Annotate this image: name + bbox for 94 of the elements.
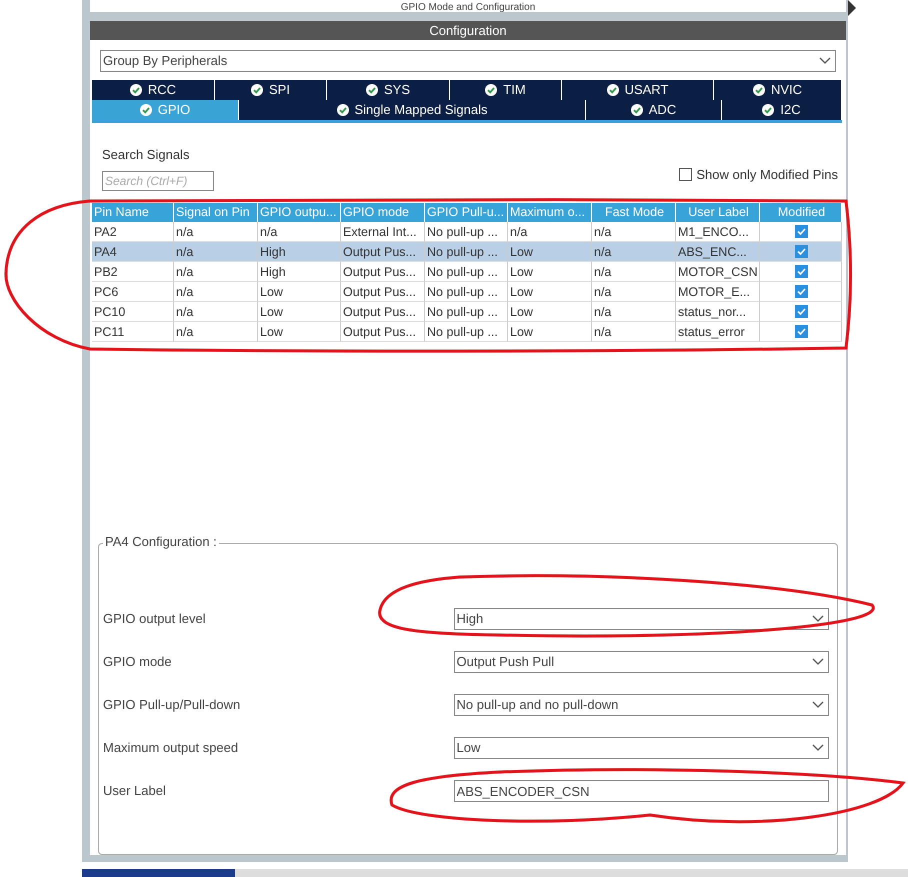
dropdown-caret-icon <box>819 57 831 65</box>
table-cell: Low <box>258 282 341 302</box>
table-cell: n/a <box>592 242 676 262</box>
table-cell: MOTOR_CSN <box>676 262 760 282</box>
search-field[interactable]: Search (Ctrl+F) <box>102 170 214 190</box>
table-cell: n/a <box>592 262 676 282</box>
table-cell: n/a <box>174 282 258 302</box>
modified-checkbox[interactable] <box>795 284 808 298</box>
tab[interactable]: USART <box>562 80 714 100</box>
checkmark-icon <box>796 326 807 336</box>
dropdown-caret-icon <box>812 615 824 623</box>
tab[interactable]: Single Mapped Signals <box>239 100 586 120</box>
table-cell: High <box>258 242 341 262</box>
table-cell: status_error <box>676 322 760 342</box>
table-cell: No pull-up ... <box>425 262 508 282</box>
table-cell: Output Pus... <box>341 302 425 322</box>
check-circle-icon <box>630 104 643 116</box>
table-cell: Output Pus... <box>341 262 425 282</box>
tab[interactable]: SYS <box>327 80 450 100</box>
table-cell: Output Pus... <box>341 242 425 262</box>
checkmark-icon <box>796 286 807 296</box>
tab[interactable]: I2C <box>722 100 842 120</box>
table-cell: PC11 <box>92 322 174 342</box>
expand-arrow-icon[interactable] <box>848 0 856 16</box>
tab[interactable]: TIM <box>450 80 562 100</box>
checkmark-icon <box>796 246 807 256</box>
table-cell: No pull-up ... <box>425 302 508 322</box>
tab[interactable]: SPI <box>215 80 327 100</box>
field-label: GPIO Pull-up/Pull-down <box>103 696 242 714</box>
table-cell: Low <box>508 282 592 302</box>
section-title-bar: Configuration <box>90 21 846 40</box>
table-cell: PC6 <box>92 282 174 302</box>
table-cell: Low <box>508 302 592 322</box>
table-cell: Low <box>508 262 592 282</box>
table-cell: PA4 <box>92 242 174 262</box>
modified-checkbox[interactable] <box>795 264 808 278</box>
table-cell: n/a <box>592 302 676 322</box>
table-cell: n/a <box>174 302 258 322</box>
tab[interactable]: RCC <box>92 80 215 100</box>
modified-checkbox[interactable] <box>795 324 808 338</box>
show-modified-checkbox[interactable]: Show only Modified Pins <box>679 165 838 184</box>
table-cell: n/a <box>592 282 676 302</box>
table-cell: Output Pus... <box>341 322 425 342</box>
input-field[interactable]: ABS_ENCODER_CSN <box>454 780 829 802</box>
table-cell: n/a <box>174 262 258 282</box>
field-label: GPIO mode <box>103 653 173 672</box>
table-cell: No pull-up ... <box>425 242 508 262</box>
check-circle-icon <box>140 104 152 116</box>
field-label: Maximum output speed <box>103 739 240 758</box>
check-circle-icon <box>130 84 142 96</box>
search-label: Search Signals <box>102 146 190 164</box>
check-circle-icon <box>485 84 498 96</box>
tab[interactable]: ADC <box>586 100 722 120</box>
check-circle-icon <box>762 104 774 116</box>
dropdown[interactable]: High <box>454 608 829 630</box>
table-cell: MOTOR_E... <box>676 282 760 302</box>
modified-checkbox[interactable] <box>795 224 808 238</box>
table-cell: n/a <box>174 322 258 342</box>
dropdown-caret-icon <box>812 744 824 752</box>
table-cell: n/a <box>592 322 676 342</box>
table-cell: PB2 <box>92 262 174 282</box>
dropdown-caret-icon <box>812 658 824 666</box>
table-cell: Low <box>508 242 592 262</box>
table-cell: Low <box>258 302 341 322</box>
dropdown-caret-icon <box>812 701 824 709</box>
check-circle-icon <box>366 84 378 96</box>
modified-checkbox[interactable] <box>795 244 808 258</box>
check-circle-icon <box>606 84 619 96</box>
table-cell: n/a <box>174 242 258 262</box>
tab[interactable]: NVIC <box>714 80 842 100</box>
table-cell: No pull-up ... <box>425 282 508 302</box>
table-cell: Output Pus... <box>341 282 425 302</box>
checkmark-icon <box>796 226 807 236</box>
check-circle-icon <box>336 104 348 116</box>
field-label: User Label <box>103 782 167 800</box>
checkmark-icon <box>796 306 807 316</box>
dropdown[interactable]: No pull-up and no pull-down <box>454 694 829 716</box>
check-circle-icon <box>251 84 264 96</box>
check-circle-icon <box>752 84 765 96</box>
modified-checkbox[interactable] <box>795 304 808 318</box>
group-box-title: PA4 Configuration : <box>104 534 218 548</box>
dropdown[interactable]: Low <box>454 737 829 759</box>
dropdown[interactable]: Output Push Pull <box>454 651 829 673</box>
dropdown[interactable]: Group By Peripherals <box>100 50 836 72</box>
table-cell: Low <box>258 322 341 342</box>
table-cell: ABS_ENC... <box>676 242 760 262</box>
checkmark-icon <box>796 266 807 276</box>
table-cell: status_nor... <box>676 302 760 322</box>
table-cell: Low <box>508 322 592 342</box>
table-cell: High <box>258 262 341 282</box>
field-label: GPIO output level <box>103 610 207 628</box>
table-cell: PC10 <box>92 302 174 322</box>
panel-title: GPIO Mode and Configuration <box>400 2 536 12</box>
table-cell: No pull-up ... <box>425 322 508 342</box>
